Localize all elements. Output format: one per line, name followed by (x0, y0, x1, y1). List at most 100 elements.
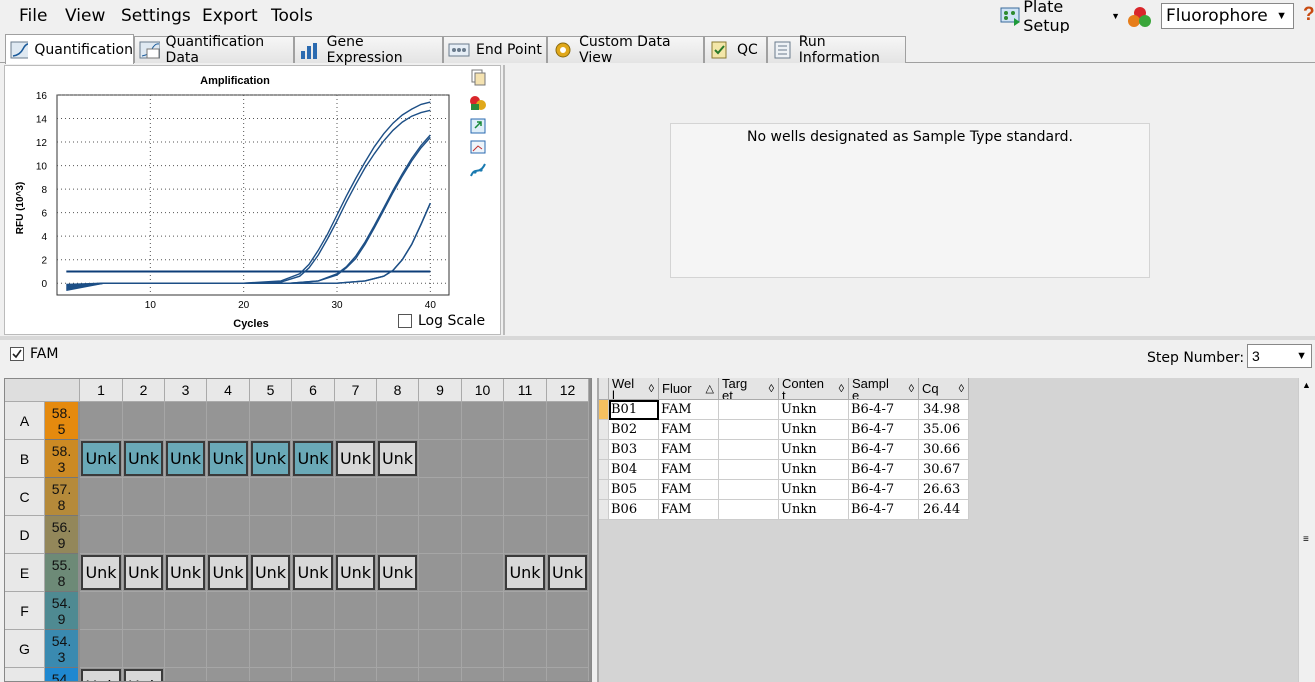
plate-well[interactable] (250, 516, 292, 554)
table-cell[interactable] (719, 500, 779, 520)
plate-well[interactable] (462, 478, 504, 516)
log-scale-toggle[interactable]: Log Scale (398, 313, 485, 329)
plate-well[interactable] (547, 440, 589, 478)
plate-well[interactable] (123, 402, 165, 440)
column-header[interactable]: Targ et ◊ (719, 378, 779, 400)
plate-column-header[interactable]: 8 (377, 379, 419, 402)
menu-tools[interactable]: Tools (271, 6, 313, 26)
plate-well[interactable]: Unk (165, 554, 207, 592)
plate-row-header[interactable]: B (5, 440, 45, 478)
plate-well[interactable]: Unk (123, 554, 165, 592)
row-indicator[interactable] (599, 400, 609, 420)
plate-well[interactable]: Unk (250, 554, 292, 592)
plate-column-header[interactable]: 1 (80, 379, 123, 402)
plate-well[interactable] (292, 478, 335, 516)
table-cell[interactable]: B6-4-7 (849, 500, 919, 520)
plate-well[interactable] (80, 402, 123, 440)
tab-custom-data-view[interactable]: Custom Data View (547, 34, 704, 66)
plate-well[interactable] (207, 668, 250, 681)
table-cell[interactable]: FAM (659, 460, 719, 480)
plate-well[interactable]: Unk (335, 554, 377, 592)
sort-icon[interactable]: ◊ (839, 383, 844, 395)
color-palette-icon[interactable] (470, 96, 486, 110)
plate-well[interactable] (165, 592, 207, 630)
plate-well[interactable] (335, 516, 377, 554)
sort-icon[interactable]: △ (706, 383, 714, 395)
plate-well[interactable] (377, 402, 419, 440)
plate-well[interactable] (547, 478, 589, 516)
scroll-up-icon[interactable]: ▲ (1302, 380, 1311, 390)
plate-well[interactable] (250, 668, 292, 681)
vertical-scrollbar[interactable]: ▲ ≡ (1298, 378, 1315, 682)
table-cell[interactable]: 30.67 (919, 460, 969, 480)
table-cell[interactable]: 26.44 (919, 500, 969, 520)
plate-setup-button[interactable]: Plate Setup ▼ (998, 0, 1120, 35)
table-cell[interactable]: FAM (659, 400, 719, 420)
plate-column-header[interactable]: 5 (250, 379, 292, 402)
table-cell[interactable]: B02 (609, 420, 659, 440)
plate-well[interactable] (207, 478, 250, 516)
plate-well[interactable] (80, 478, 123, 516)
table-cell[interactable]: Unkn (779, 480, 849, 500)
plate-well[interactable]: Unk (80, 668, 123, 681)
table-cell[interactable]: B05 (609, 480, 659, 500)
table-cell[interactable]: 34.98 (919, 400, 969, 420)
plate-well[interactable] (377, 630, 419, 668)
plate-well[interactable]: Unk (377, 554, 419, 592)
plate-well[interactable]: Unk (123, 440, 165, 478)
plate-well[interactable]: Unk (207, 440, 250, 478)
sort-icon[interactable]: ◊ (959, 383, 964, 395)
plate-well[interactable] (377, 516, 419, 554)
plate-well[interactable] (547, 668, 589, 681)
table-cell[interactable]: FAM (659, 500, 719, 520)
sort-icon[interactable]: ◊ (769, 383, 774, 395)
plate-well[interactable] (504, 516, 547, 554)
plate-well[interactable] (504, 630, 547, 668)
plate-well[interactable]: Unk (80, 554, 123, 592)
plate-row-header[interactable]: C (5, 478, 45, 516)
plate-well[interactable] (377, 478, 419, 516)
plate-well[interactable] (80, 592, 123, 630)
table-cell[interactable]: B6-4-7 (849, 440, 919, 460)
column-header[interactable]: Cq ◊ (919, 378, 969, 400)
table-cell[interactable]: B04 (609, 460, 659, 480)
table-cell[interactable]: Unkn (779, 440, 849, 460)
plate-well[interactable]: Unk (165, 440, 207, 478)
tab-quantification[interactable]: Quantification (5, 34, 134, 64)
plate-well[interactable] (462, 554, 504, 592)
plate-well[interactable] (292, 668, 335, 681)
log-scale-checkbox[interactable] (398, 314, 412, 328)
plate-well[interactable] (165, 516, 207, 554)
plate-well[interactable] (419, 478, 462, 516)
plate-well[interactable]: Unk (123, 668, 165, 681)
plate-well[interactable] (80, 630, 123, 668)
plate-well[interactable] (335, 592, 377, 630)
plate-well[interactable] (547, 402, 589, 440)
plate-well[interactable] (462, 630, 504, 668)
plate-well[interactable] (504, 478, 547, 516)
plate-well[interactable]: Unk (377, 440, 419, 478)
tab-qc[interactable]: QC (704, 36, 767, 63)
menu-export[interactable]: Export (202, 6, 258, 26)
menu-file[interactable]: File (19, 6, 47, 26)
table-cell[interactable] (719, 440, 779, 460)
plate-well[interactable] (207, 516, 250, 554)
fluorophore-select[interactable]: Fluorophore ▼ (1161, 3, 1294, 29)
plate-well[interactable]: Unk (250, 440, 292, 478)
plate-well[interactable] (462, 516, 504, 554)
plate-column-header[interactable]: 12 (547, 379, 589, 402)
plate-well[interactable] (292, 516, 335, 554)
table-cell[interactable]: Unkn (779, 500, 849, 520)
scroll-grip-icon[interactable]: ≡ (1303, 535, 1309, 545)
plate-well[interactable] (335, 630, 377, 668)
plate-well[interactable] (419, 630, 462, 668)
table-cell[interactable]: B03 (609, 440, 659, 460)
plate-well[interactable]: Unk (292, 440, 335, 478)
export-image-icon[interactable] (470, 118, 486, 134)
curve-settings-icon[interactable] (470, 163, 486, 177)
plate-well[interactable] (207, 630, 250, 668)
plate-well[interactable]: Unk (292, 554, 335, 592)
plate-well[interactable] (335, 402, 377, 440)
plate-well[interactable] (419, 554, 462, 592)
tab-run-information[interactable]: Run Information (767, 34, 906, 66)
